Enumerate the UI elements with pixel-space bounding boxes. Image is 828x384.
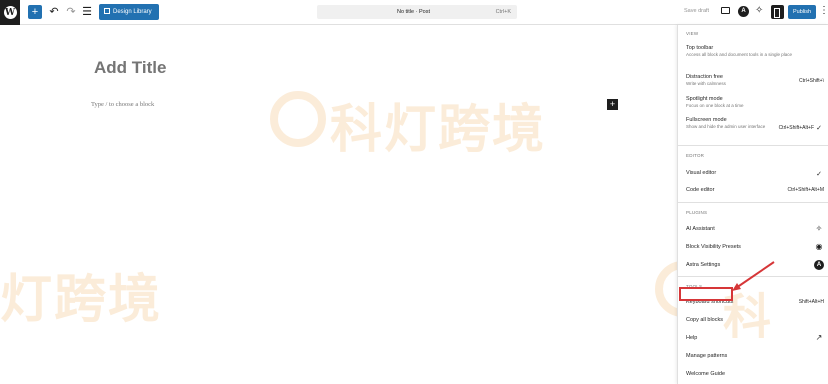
watermark-logo	[270, 91, 326, 147]
view-heading: VIEW	[686, 31, 699, 36]
plugins-heading: PLUGINS	[686, 210, 708, 215]
options-menu: VIEW Top toolbar Access all block and do…	[677, 25, 828, 384]
menu-item-block-visibility-presets[interactable]: Block Visibility Presets ◉	[686, 242, 824, 251]
check-icon: ✓	[816, 171, 822, 178]
menu-item-spotlight-mode[interactable]: Spotlight mode Focus on one block at a t…	[686, 96, 824, 109]
watermark-text-top: 科灯跨境	[330, 100, 547, 160]
publish-button[interactable]: Publish	[788, 5, 816, 19]
design-library-icon	[104, 8, 110, 14]
preview-icon[interactable]	[721, 7, 730, 14]
sparkle-icon[interactable]: ✧	[755, 5, 763, 16]
menu-divider	[678, 202, 828, 203]
annotation-arrow-icon	[732, 261, 775, 291]
astra-icon[interactable]: A	[738, 6, 749, 17]
save-draft-button[interactable]: Save draft	[684, 8, 709, 14]
document-title: No title · Post	[397, 9, 431, 15]
document-overview-icon[interactable]: ☰	[80, 5, 94, 19]
menu-item-fullscreen-mode[interactable]: Fullscreen mode Show and hide the admin …	[686, 117, 824, 132]
menu-item-top-toolbar[interactable]: Top toolbar Access all block and documen…	[686, 45, 824, 58]
external-link-icon: ↗	[815, 333, 823, 342]
settings-sidebar-toggle-icon[interactable]	[771, 5, 784, 19]
redo-icon[interactable]: ↷	[64, 5, 78, 19]
block-inserter-toggle-button[interactable]: +	[28, 5, 42, 19]
watermark-text-bottom: 灯跨境	[0, 270, 163, 330]
menu-item-welcome-guide[interactable]: Welcome Guide	[686, 371, 824, 377]
editor-top-toolbar: W + ↶ ↷ ☰ Design Library No title · Post…	[0, 0, 828, 25]
eye-icon: ◉	[815, 242, 823, 251]
command-shortcut: Ctrl+K	[495, 9, 511, 15]
wordpress-logo-icon[interactable]: W	[0, 0, 20, 25]
add-block-icon[interactable]: +	[607, 99, 618, 110]
menu-item-ai-assistant[interactable]: AI Assistant ✧	[686, 224, 824, 233]
menu-item-visual-editor[interactable]: Visual editor ✓	[686, 170, 824, 178]
astra-icon: A	[814, 260, 824, 270]
post-title-input[interactable]: Add Title	[94, 58, 166, 78]
block-placeholder[interactable]: Type / to choose a block	[91, 101, 154, 108]
undo-icon[interactable]: ↶	[47, 5, 61, 19]
options-more-icon[interactable]: ⋮	[819, 5, 828, 16]
editor-canvas: 科灯跨境 灯跨境 Add Title Type / to choose a bl…	[0, 25, 711, 384]
menu-item-distraction-free[interactable]: Distraction free Write with calmness Ctr…	[686, 74, 824, 87]
check-icon: ✓	[816, 125, 822, 132]
menu-item-code-editor[interactable]: Code editor Ctrl+Shift+Alt+M	[686, 187, 824, 193]
sparkle-icon: ✧	[815, 224, 823, 233]
menu-item-manage-patterns[interactable]: Manage patterns	[686, 353, 824, 359]
editor-heading: EDITOR	[686, 153, 705, 158]
annotation-highlight-box	[679, 287, 733, 301]
design-library-button[interactable]: Design Library	[99, 4, 159, 20]
menu-divider	[678, 145, 828, 146]
command-palette-bar[interactable]: No title · Post Ctrl+K	[317, 5, 517, 19]
